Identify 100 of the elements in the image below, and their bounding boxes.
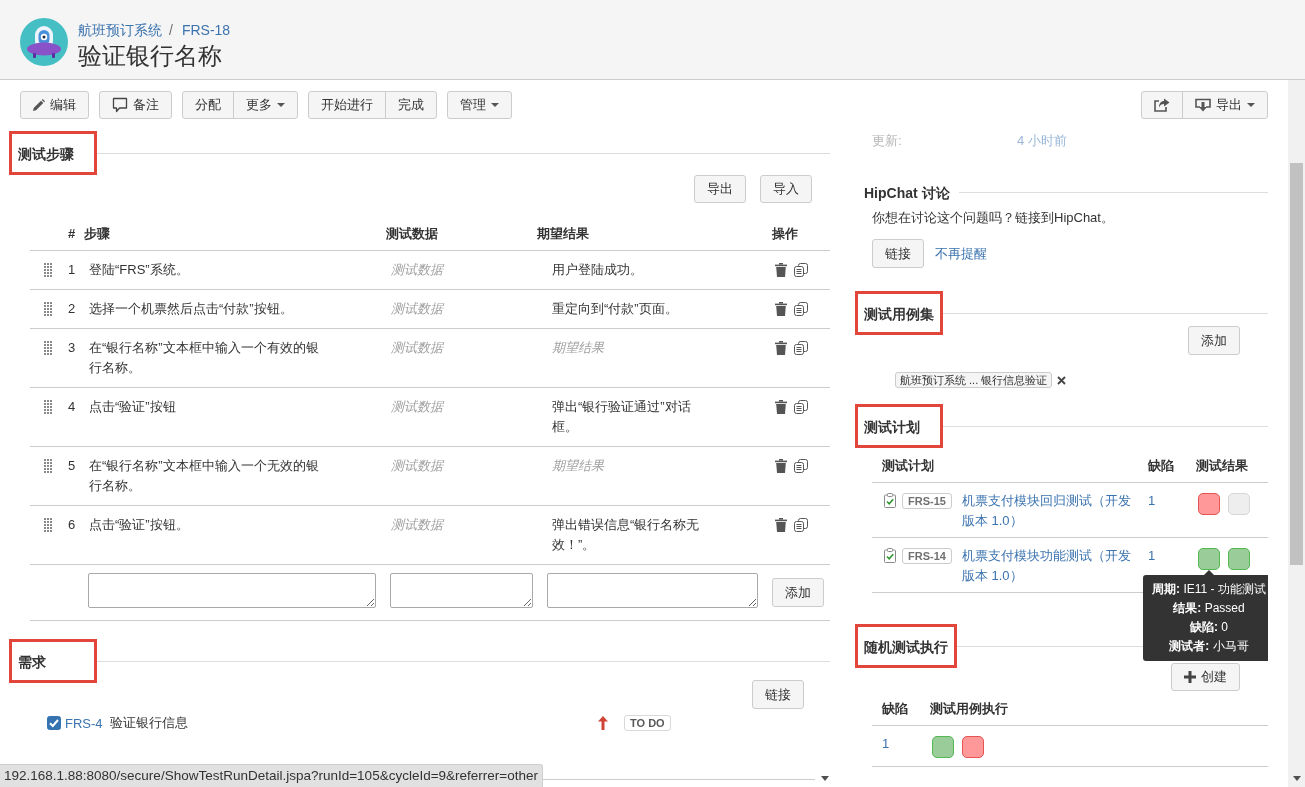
table-cell-text: 期望结果: [552, 339, 604, 357]
detail-value: 4 小时前: [1017, 132, 1068, 150]
drag-handle-icon: [44, 459, 52, 473]
table-cell-text: 期望结果: [552, 457, 604, 475]
issue-key: FRS-15: [902, 493, 952, 509]
scrollbar-thumb[interactable]: [1290, 163, 1303, 565]
tooltip-line: 结果: Passed: [1173, 600, 1245, 617]
table-cell-text: 选择一个机票然后点击“付款”按钮。: [89, 300, 293, 318]
copy-icon[interactable]: [794, 263, 808, 277]
ufo-avatar-icon: [20, 18, 68, 66]
trash-icon[interactable]: [775, 400, 787, 414]
section-action-button[interactable]: 导入: [760, 175, 812, 203]
trash-icon[interactable]: [775, 302, 787, 316]
section-action-button[interactable]: 导出: [694, 175, 746, 203]
tooltip-line: 周期: IE11 - 功能测试: [1152, 581, 1266, 598]
remove-icon[interactable]: [1057, 375, 1067, 385]
page-title: 验证银行名称: [78, 41, 223, 71]
table-cell-text: 用户登陆成功。: [552, 261, 643, 279]
comment-button[interactable]: 备注: [99, 91, 172, 119]
column-header: 缺陷: [1147, 456, 1175, 475]
trash-icon[interactable]: [775, 341, 787, 355]
row-number: 3: [68, 339, 76, 357]
drag-handle-icon: [44, 302, 52, 316]
add-button[interactable]: 添加: [1188, 326, 1240, 355]
copy-icon[interactable]: [794, 341, 808, 355]
scroll-down-arrow-icon[interactable]: [1292, 776, 1301, 781]
table-cell-text: 测试数据: [391, 398, 443, 416]
create-button[interactable]: 创建: [1171, 663, 1240, 691]
dropdown-button[interactable]: 管理: [447, 91, 512, 119]
table-cell-text: 在“银行名称”文本框中输入一个有效的银行名称。: [89, 339, 320, 377]
dropdown-button[interactable]: 更多: [233, 91, 298, 119]
column-header: 步骤: [84, 224, 111, 243]
section-heading: 随机测试执行: [855, 624, 957, 668]
caret-icon: [1247, 103, 1255, 107]
plus-icon: [1184, 671, 1196, 683]
table-cell-text: 登陆“FRS”系统。: [89, 261, 189, 279]
drag-handle-icon: [44, 400, 52, 414]
table-cell-text: 在“银行名称”文本框中输入一个无效的银行名称。: [89, 457, 320, 495]
breadcrumb-link[interactable]: 航班预订系统: [78, 21, 162, 39]
expected-result-input-field[interactable]: [547, 573, 758, 608]
row-number: 6: [68, 516, 76, 534]
edit-button[interactable]: 编辑: [20, 91, 89, 119]
trash-icon[interactable]: [775, 518, 787, 532]
toolbar-button[interactable]: 完成: [385, 91, 437, 119]
test-data-input-field[interactable]: [390, 573, 533, 608]
tooltip-line: 缺陷: 0: [1190, 619, 1228, 636]
column-header: 期望结果: [537, 224, 590, 243]
breadcrumb-link[interactable]: FRS-18: [181, 21, 231, 39]
result-status-icon[interactable]: [962, 736, 984, 758]
export-button[interactable]: 导出: [1182, 91, 1268, 119]
column-header: 测试数据: [386, 224, 439, 243]
issue-key: FRS-14: [902, 548, 952, 564]
clipboard-check-icon: [884, 548, 896, 563]
result-status-icon[interactable]: [1198, 493, 1220, 515]
table-cell-text: 测试数据: [391, 261, 443, 279]
issue-summary: 验证银行信息: [109, 714, 188, 732]
trash-icon[interactable]: [775, 263, 787, 277]
caret-icon: [491, 103, 499, 107]
copy-icon[interactable]: [794, 400, 808, 414]
copy-icon[interactable]: [794, 459, 808, 473]
test-plan-link[interactable]: 机票支付模块功能测试（开发版本 1.0）: [961, 546, 1138, 586]
clipboard-check-icon: [884, 493, 896, 508]
hipchat-message: 你想在讨论这个问题吗？链接到HipChat。: [871, 209, 1115, 227]
table-cell-text: 测试数据: [391, 300, 443, 318]
speech-bubble-icon: [112, 97, 128, 113]
table-cell-text: 弹出错误信息“银行名称无效！”。: [552, 516, 701, 554]
row-number: 4: [68, 398, 76, 416]
copy-icon[interactable]: [794, 518, 808, 532]
scroll-down-arrow-icon[interactable]: [821, 776, 829, 781]
section-heading: 测试计划: [855, 404, 943, 448]
link-button[interactable]: 链接: [752, 680, 804, 709]
table-cell-text: 重定向到“付款”页面。: [552, 300, 678, 318]
defect-count[interactable]: 1: [882, 734, 890, 754]
issue-link[interactable]: FRS-4: [65, 715, 103, 731]
row-number: 1: [68, 261, 76, 279]
row-number: 5: [68, 457, 76, 475]
trash-icon[interactable]: [775, 459, 787, 473]
defect-count[interactable]: 1: [1148, 491, 1156, 511]
column-header: 缺陷: [881, 699, 909, 718]
table-cell-text: 点击“验证”按钮。: [89, 516, 189, 534]
test-plan-link[interactable]: 机票支付模块回归测试（开发版本 1.0）: [961, 491, 1138, 531]
caret-icon: [277, 103, 285, 107]
drag-handle-icon: [44, 518, 52, 532]
share-button[interactable]: [1141, 91, 1183, 119]
drag-handle-icon: [44, 341, 52, 355]
table-cell-text: 测试数据: [391, 516, 443, 534]
toolbar-button[interactable]: 分配: [182, 91, 234, 119]
copy-icon[interactable]: [794, 302, 808, 316]
detail-label: 更新:: [872, 132, 903, 150]
column-header: 测试结果: [1195, 456, 1249, 475]
step-input-field[interactable]: [88, 573, 376, 608]
dismiss-link[interactable]: 不再提醒: [935, 244, 987, 263]
checkbox-icon[interactable]: [47, 716, 61, 730]
toolbar-button[interactable]: 开始进行: [308, 91, 386, 119]
defect-count[interactable]: 1: [1148, 546, 1156, 566]
column-header: #: [67, 226, 77, 241]
add-button[interactable]: 添加: [772, 578, 824, 607]
section-heading: 测试用例集: [855, 291, 943, 335]
link-button[interactable]: 链接: [872, 239, 924, 268]
section-heading: 测试步骤: [9, 131, 97, 175]
